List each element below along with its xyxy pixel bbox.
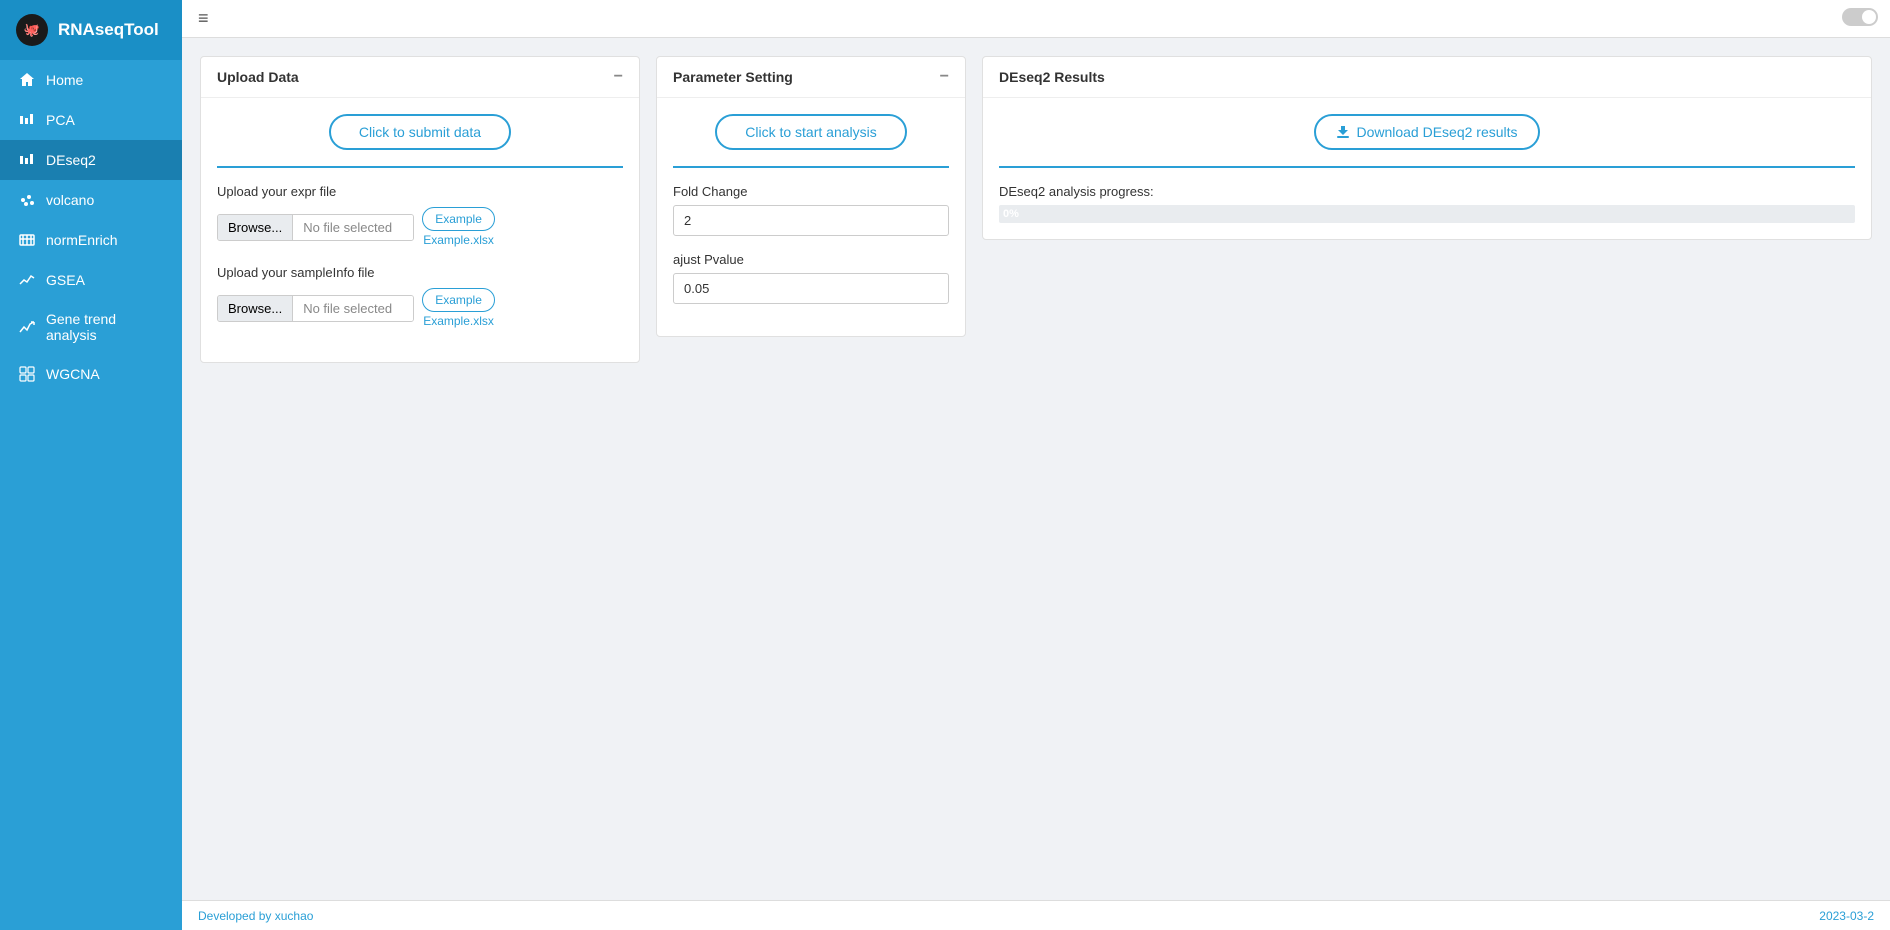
deseq2-results-panel: DEseq2 Results Download DEseq2 results D… (982, 56, 1872, 240)
app-title: RNAseqTool (58, 20, 159, 40)
sidebar-item-gsea-label: GSEA (46, 272, 85, 288)
home-icon (18, 71, 36, 89)
normEnrich-icon (18, 231, 36, 249)
sidebar-item-volcano-label: volcano (46, 192, 94, 208)
sample-browse-button[interactable]: Browse... (218, 296, 293, 321)
footer-right: 2023-03-2 (1819, 909, 1874, 923)
sample-example-link[interactable]: Example.xlsx (423, 314, 494, 328)
progress-section: DEseq2 analysis progress: 0% (999, 184, 1855, 223)
sidebar: 🐙 RNAseqTool Home PCA DEseq2 (0, 0, 182, 930)
sidebar-item-deseq2[interactable]: DEseq2 (0, 140, 182, 180)
start-analysis-button[interactable]: Click to start analysis (715, 114, 906, 150)
param-panel-header: Parameter Setting − (657, 57, 965, 98)
upload-data-panel: Upload Data − Click to submit data Uploa… (200, 56, 640, 363)
gene-trend-icon (18, 318, 36, 336)
expr-browse-button[interactable]: Browse... (218, 215, 293, 240)
parameter-setting-panel: Parameter Setting − Click to start analy… (656, 56, 966, 337)
sidebar-item-pca-label: PCA (46, 112, 75, 128)
progress-label: DEseq2 analysis progress: (999, 184, 1855, 199)
sidebar-item-wgcna-label: WGCNA (46, 366, 100, 382)
expr-file-input-group: Browse... No file selected (217, 214, 414, 241)
wgcna-icon (18, 365, 36, 383)
progress-text: 0% (1003, 208, 1019, 220)
param-panel-minimize[interactable]: − (940, 69, 949, 85)
sidebar-item-normEnrich-label: normEnrich (46, 232, 118, 248)
deseq2-icon (18, 151, 36, 169)
sidebar-item-gene-trend[interactable]: Gene trend analysis (0, 300, 182, 354)
main-area: ≡ Upload Data − Click to submit data (182, 0, 1890, 930)
footer-left: Developed by xuchao (198, 909, 313, 923)
fold-change-label: Fold Change (673, 184, 949, 199)
sample-file-label: Upload your sampleInfo file (217, 265, 623, 280)
param-divider (673, 166, 949, 168)
sidebar-item-deseq2-label: DEseq2 (46, 152, 96, 168)
upload-panel-header: Upload Data − (201, 57, 639, 98)
main-content: Upload Data − Click to submit data Uploa… (182, 38, 1890, 900)
sample-file-input-group: Browse... No file selected (217, 295, 414, 322)
expr-example-link[interactable]: Example.xlsx (423, 233, 494, 247)
gsea-icon (18, 271, 36, 289)
expr-file-label: Upload your expr file (217, 184, 623, 199)
param-panel-body: Click to start analysis Fold Change ajus… (657, 98, 965, 336)
sidebar-item-home[interactable]: Home (0, 60, 182, 100)
sidebar-item-wgcna[interactable]: WGCNA (0, 354, 182, 394)
toggle-area (1842, 8, 1878, 26)
expr-example-button[interactable]: Example (422, 207, 495, 231)
expr-file-section: Upload your expr file Browse... No file … (217, 184, 623, 247)
results-panel-header: DEseq2 Results (983, 57, 1871, 98)
sample-example-button[interactable]: Example (422, 288, 495, 312)
sidebar-item-gene-trend-label: Gene trend analysis (46, 311, 164, 343)
main-header: ≡ (182, 0, 1890, 38)
upload-panel-minimize[interactable]: − (614, 69, 623, 85)
fold-change-input[interactable] (673, 205, 949, 236)
sample-file-section: Upload your sampleInfo file Browse... No… (217, 265, 623, 328)
upload-divider (217, 166, 623, 168)
pvalue-field: ajust Pvalue (673, 252, 949, 304)
hamburger-icon[interactable]: ≡ (198, 8, 209, 29)
upload-panel-title: Upload Data (217, 69, 299, 85)
pvalue-label: ajust Pvalue (673, 252, 949, 267)
theme-toggle[interactable] (1842, 8, 1878, 26)
pca-icon (18, 111, 36, 129)
progress-bar-background: 0% (999, 205, 1855, 223)
pvalue-input[interactable] (673, 273, 949, 304)
sample-file-row: Browse... No file selected Example Examp… (217, 288, 623, 328)
sample-file-name: No file selected (293, 296, 413, 321)
download-results-button[interactable]: Download DEseq2 results (1314, 114, 1539, 150)
sidebar-item-gsea[interactable]: GSEA (0, 260, 182, 300)
param-panel-title: Parameter Setting (673, 69, 793, 85)
expr-file-name: No file selected (293, 215, 413, 240)
submit-data-button[interactable]: Click to submit data (329, 114, 511, 150)
results-panel-title: DEseq2 Results (999, 69, 1105, 85)
fold-change-field: Fold Change (673, 184, 949, 236)
sidebar-item-home-label: Home (46, 72, 83, 88)
results-panel-body: Download DEseq2 results DEseq2 analysis … (983, 98, 1871, 239)
upload-panel-body: Click to submit data Upload your expr fi… (201, 98, 639, 362)
sidebar-item-pca[interactable]: PCA (0, 100, 182, 140)
results-divider (999, 166, 1855, 168)
app-logo-icon: 🐙 (16, 14, 48, 46)
bottom-bar: Developed by xuchao 2023-03-2 (182, 900, 1890, 930)
sidebar-item-volcano[interactable]: volcano (0, 180, 182, 220)
volcano-icon (18, 191, 36, 209)
sidebar-brand: 🐙 RNAseqTool (0, 0, 182, 60)
sidebar-item-normEnrich[interactable]: normEnrich (0, 220, 182, 260)
expr-file-row: Browse... No file selected Example Examp… (217, 207, 623, 247)
